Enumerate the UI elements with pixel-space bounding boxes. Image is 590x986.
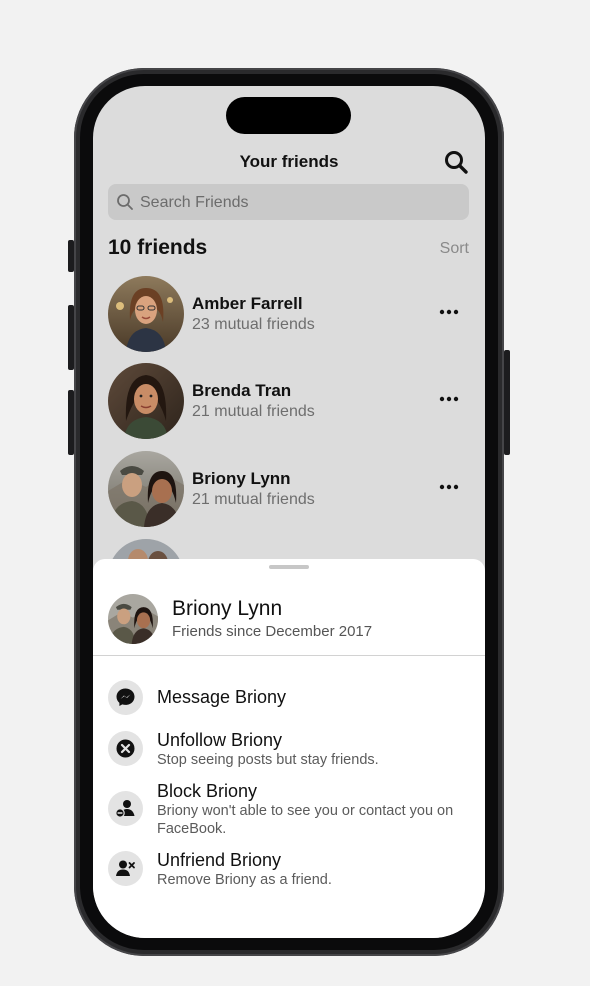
friend-row[interactable]: Briony Lynn 21 mutual friends <box>108 451 469 527</box>
friend-row[interactable]: Brenda Tran 21 mutual friends <box>108 363 469 439</box>
mutual-friends: 21 mutual friends <box>192 403 315 420</box>
sheet-friend-name: Briony Lynn <box>172 597 283 620</box>
message-action[interactable]: Message Briony <box>108 680 469 716</box>
friend-row[interactable]: Amber Farrell 23 mutual friends <box>108 276 469 352</box>
messenger-icon <box>116 688 135 706</box>
action-title: Message Briony <box>157 687 287 707</box>
sort-button[interactable]: Sort <box>440 240 469 258</box>
dynamic-island <box>226 97 351 134</box>
phone-screen: Your friends 10 friends Sort <box>93 86 485 938</box>
action-title: Unfollow Briony <box>157 730 283 750</box>
search-icon[interactable] <box>443 149 469 175</box>
power-button[interactable] <box>504 350 510 455</box>
avatar <box>108 594 158 644</box>
friend-options-sheet: Briony Lynn Friends since December 2017 … <box>93 559 485 938</box>
unfriend-icon <box>116 860 135 876</box>
friend-name[interactable]: Amber Farrell <box>192 294 303 314</box>
block-user-icon <box>115 800 135 818</box>
friend-name[interactable]: Brenda Tran <box>192 381 291 401</box>
action-title: Unfriend Briony <box>157 850 282 870</box>
action-title: Block Briony <box>157 781 258 801</box>
unfollow-icon <box>116 739 135 758</box>
page-title: Your friends <box>239 152 339 171</box>
unfriend-action[interactable]: Unfriend Briony Remove Briony as a frien… <box>108 850 469 890</box>
action-description: Stop seeing posts but stay friends. <box>157 752 379 768</box>
search-icon <box>117 194 133 210</box>
more-options-icon[interactable] <box>437 300 461 324</box>
action-description: Briony won't able to see you or contact … <box>157 803 454 837</box>
more-options-icon[interactable] <box>437 475 461 499</box>
search-input[interactable] <box>138 184 462 222</box>
friend-name[interactable]: Briony Lynn <box>192 469 291 489</box>
avatar[interactable] <box>108 451 184 527</box>
action-description: Remove Briony as a friend. <box>157 872 332 888</box>
mutual-friends: 23 mutual friends <box>192 316 315 333</box>
sheet-handle[interactable] <box>269 565 309 569</box>
avatar[interactable] <box>108 276 184 352</box>
avatar[interactable] <box>108 363 184 439</box>
block-action[interactable]: Block Briony Briony won't able to see yo… <box>108 781 469 841</box>
friends-count: 10 friends <box>108 236 208 259</box>
more-options-icon[interactable] <box>437 387 461 411</box>
mutual-friends: 21 mutual friends <box>192 491 315 508</box>
friends-since: Friends since December 2017 <box>172 623 373 640</box>
search-bar <box>108 184 469 222</box>
divider <box>93 655 485 656</box>
unfollow-action[interactable]: Unfollow Briony Stop seeing posts but st… <box>108 730 469 770</box>
